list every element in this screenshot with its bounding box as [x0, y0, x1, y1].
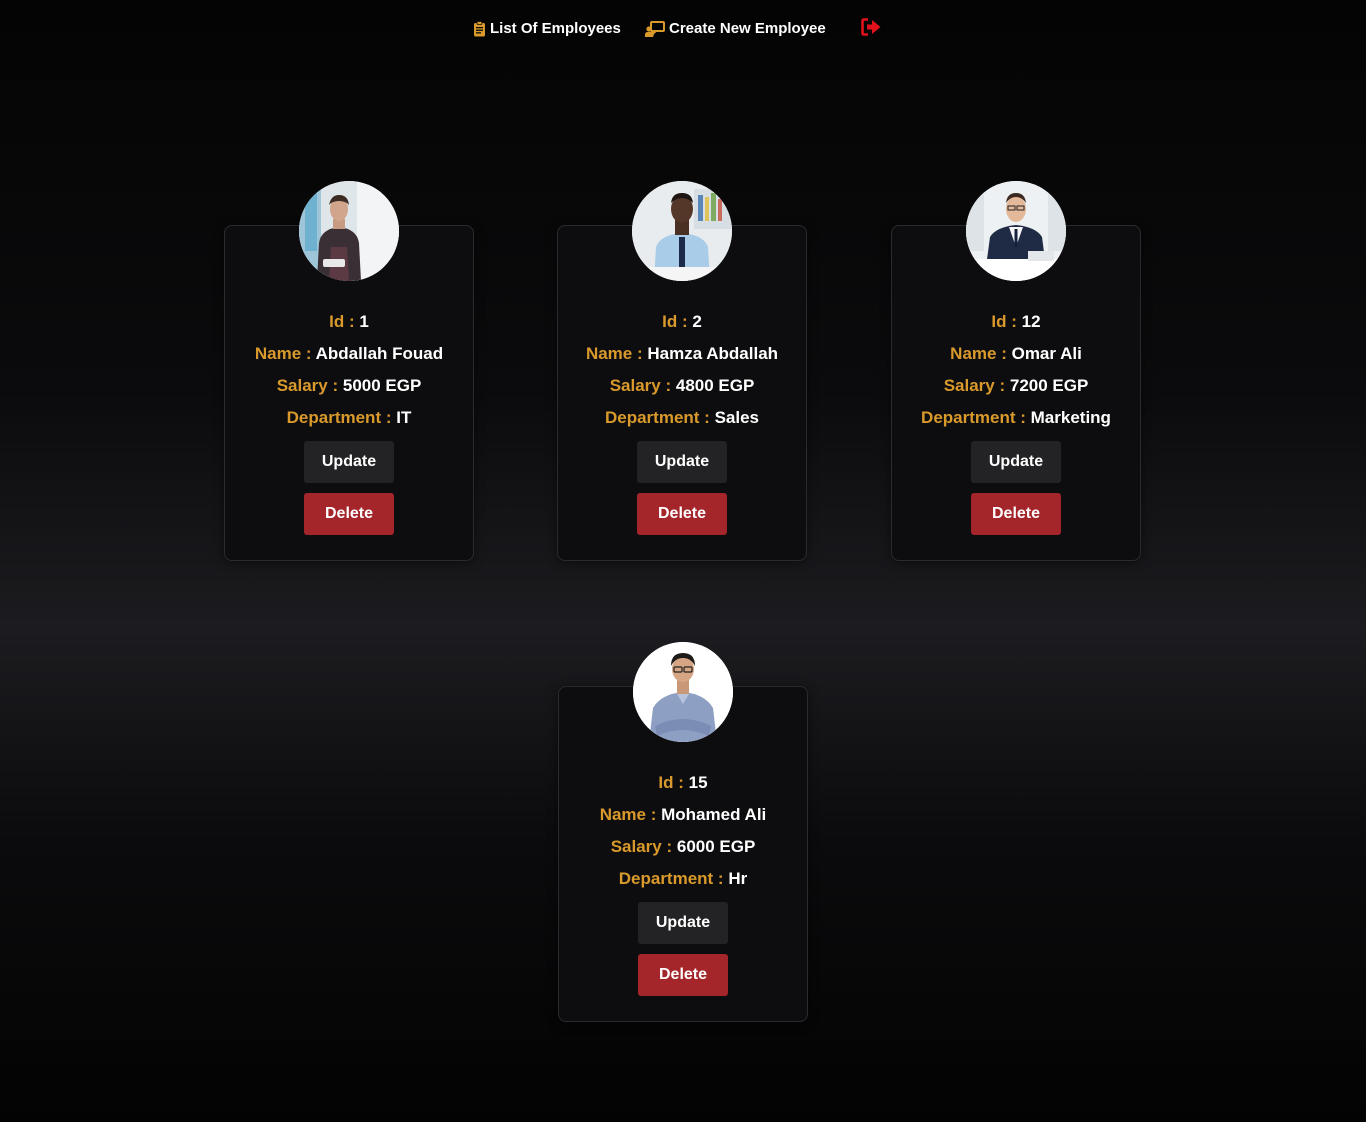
salary-value: 4800 EGP [675, 376, 755, 395]
nav-create-employee[interactable]: Create New Employee [645, 20, 826, 37]
salary-value: 7200 EGP [1009, 376, 1089, 395]
employee-avatar [633, 642, 733, 742]
delete-button[interactable]: Delete [638, 954, 728, 996]
nav-create-label: Create New Employee [669, 20, 826, 37]
name-label: Name : [585, 344, 643, 363]
employee-info: Id : 1 Name : Abdallah Fouad Salary : 50… [225, 306, 473, 434]
employee-avatar [632, 181, 732, 281]
id-label: Id : [658, 773, 684, 792]
employee-salary: Salary : 6000 EGP [559, 831, 807, 863]
employee-id: Id : 1 [225, 306, 473, 338]
department-label: Department : [921, 408, 1026, 427]
name-label: Name : [950, 344, 1007, 363]
employee-name: Name : Abdallah Fouad [225, 338, 473, 370]
name-label: Name : [254, 344, 312, 363]
employee-id: Id : 2 [558, 306, 806, 338]
id-value: 15 [688, 773, 708, 792]
department-value: Marketing [1030, 408, 1111, 427]
update-button[interactable]: Update [971, 441, 1061, 483]
employee-info: Id : 15 Name : Mohamed Ali Salary : 6000… [559, 767, 807, 895]
name-value: Mohamed Ali [661, 805, 767, 824]
nav-list-employees[interactable]: List Of Employees [473, 20, 621, 37]
logout-icon [861, 18, 881, 36]
salary-label: Salary : [943, 376, 1006, 395]
delete-button[interactable]: Delete [637, 493, 727, 535]
employee-avatar [966, 181, 1066, 281]
employee-avatar [299, 181, 399, 281]
delete-button[interactable]: Delete [304, 493, 394, 535]
logout-button[interactable] [861, 18, 882, 41]
salary-label: Salary : [276, 376, 339, 395]
nav-list-label: List Of Employees [490, 20, 621, 37]
department-label: Department : [618, 869, 724, 888]
user-board-icon [645, 20, 665, 37]
salary-value: 5000 EGP [342, 376, 422, 395]
id-label: Id : [662, 312, 688, 331]
id-value: 12 [1021, 312, 1041, 331]
employee-salary: Salary : 5000 EGP [225, 370, 473, 402]
update-button[interactable]: Update [637, 441, 727, 483]
employee-id: Id : 12 [892, 306, 1140, 338]
employee-id: Id : 15 [559, 767, 807, 799]
id-value: 2 [692, 312, 702, 331]
id-label: Id : [329, 312, 355, 331]
employee-department: Department : Hr [559, 863, 807, 895]
employee-info: Id : 12 Name : Omar Ali Salary : 7200 EG… [892, 306, 1140, 434]
department-value: Sales [714, 408, 760, 427]
id-label: Id : [991, 312, 1017, 331]
employee-salary: Salary : 7200 EGP [892, 370, 1140, 402]
employee-name: Name : Mohamed Ali [559, 799, 807, 831]
salary-label: Salary : [609, 376, 672, 395]
employee-name: Name : Hamza Abdallah [558, 338, 806, 370]
employee-info: Id : 2 Name : Hamza Abdallah Salary : 48… [558, 306, 806, 434]
clipboard-icon [474, 20, 485, 36]
name-value: Hamza Abdallah [647, 344, 779, 363]
salary-value: 6000 EGP [676, 837, 756, 856]
name-value: Abdallah Fouad [315, 344, 444, 363]
employee-department: Department : IT [225, 402, 473, 434]
employee-department: Department : Marketing [892, 402, 1140, 434]
id-value: 1 [359, 312, 369, 331]
update-button[interactable]: Update [638, 902, 728, 944]
name-value: Omar Ali [1011, 344, 1082, 363]
top-nav: List Of Employees Create New Employee [0, 18, 1366, 42]
department-label: Department : [604, 408, 710, 427]
employee-name: Name : Omar Ali [892, 338, 1140, 370]
name-label: Name : [599, 805, 657, 824]
department-value: Hr [728, 869, 748, 888]
update-button[interactable]: Update [304, 441, 394, 483]
employee-salary: Salary : 4800 EGP [558, 370, 806, 402]
employee-department: Department : Sales [558, 402, 806, 434]
department-value: IT [396, 408, 412, 427]
delete-button[interactable]: Delete [971, 493, 1061, 535]
department-label: Department : [286, 408, 392, 427]
salary-label: Salary : [610, 837, 673, 856]
